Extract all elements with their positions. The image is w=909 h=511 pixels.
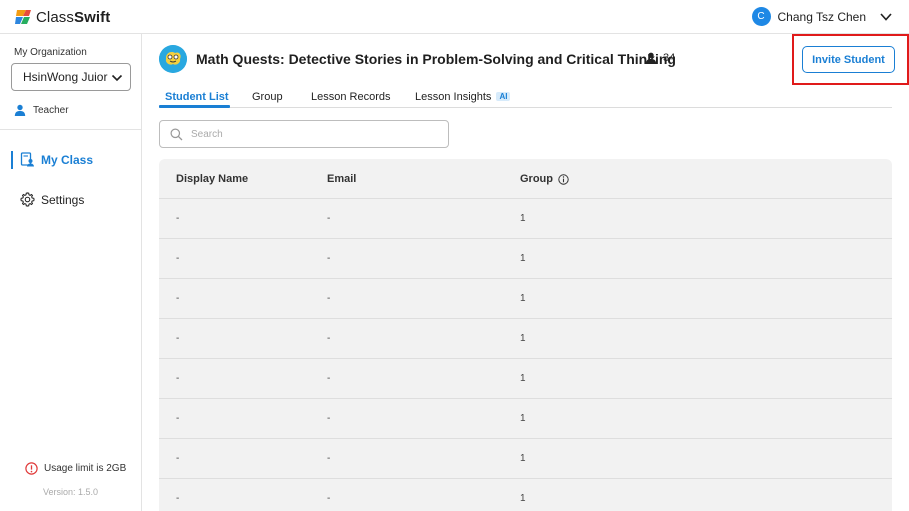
cell-email: -	[327, 253, 331, 264]
top-header: ClassSwift C Chang Tsz Chen	[0, 0, 909, 34]
role-indicator: Teacher	[14, 104, 69, 116]
classswift-logo-icon	[15, 10, 31, 24]
cell-email: -	[327, 213, 331, 224]
cell-display-name: -	[176, 373, 180, 384]
cell-email: -	[327, 493, 331, 504]
search-icon	[170, 128, 183, 140]
table-row[interactable]: - - 1	[159, 239, 892, 279]
active-indicator	[11, 151, 13, 169]
cell-display-name: -	[176, 293, 180, 304]
class-title: Math Quests: Detective Stories in Proble…	[196, 51, 676, 67]
cell-group: 1	[520, 213, 526, 224]
sidebar-item-label: My Class	[41, 153, 94, 167]
table-row[interactable]: - - 1	[159, 479, 892, 511]
organization-value: HsinWong Juior High School	[23, 70, 111, 84]
cell-email: -	[327, 293, 331, 304]
logo-text: ClassSwift	[36, 8, 111, 26]
table-row[interactable]: - - 1	[159, 199, 892, 239]
table-row[interactable]: - - 1	[159, 359, 892, 399]
column-header-display-name[interactable]: Display Name	[176, 173, 248, 185]
table-row[interactable]: - - 1	[159, 279, 892, 319]
ai-badge: AI	[496, 92, 511, 101]
chevron-down-icon	[111, 74, 123, 82]
cell-group: 1	[520, 373, 526, 384]
student-count-value: 34	[663, 52, 676, 64]
student-table: Display Name Email Group - - 1 - - 1 - - 1 - - 1 - - 1…	[159, 159, 892, 511]
tab-student-list[interactable]: Student List	[165, 91, 229, 103]
sidebar: My Organization HsinWong Juior High Scho…	[0, 34, 142, 511]
cell-group: 1	[520, 413, 526, 424]
cell-email: -	[327, 333, 331, 344]
cell-group: 1	[520, 253, 526, 264]
cell-group: 1	[520, 453, 526, 464]
cell-display-name: -	[176, 413, 180, 424]
organization-label: My Organization	[14, 47, 87, 58]
cell-email: -	[327, 373, 331, 384]
warning-icon	[25, 462, 38, 475]
version-text: Version: 1.5.0	[43, 487, 99, 497]
user-menu[interactable]: C Chang Tsz Chen	[751, 7, 894, 26]
cell-email: -	[327, 413, 331, 424]
cell-group: 1	[520, 293, 526, 304]
invite-student-button[interactable]: Invite Student	[802, 46, 895, 73]
cell-group: 1	[520, 493, 526, 504]
person-icon	[14, 104, 26, 116]
student-count: 34	[645, 52, 675, 64]
cell-display-name: -	[176, 453, 180, 464]
cell-display-name: -	[176, 493, 180, 504]
cell-display-name: -	[176, 333, 180, 344]
active-tab-indicator	[159, 105, 230, 108]
sidebar-divider	[0, 129, 141, 130]
tab-lesson-records[interactable]: Lesson Records	[311, 91, 391, 103]
user-name: Chang Tsz Chen	[777, 9, 867, 24]
table-row[interactable]: - - 1	[159, 399, 892, 439]
tab-group[interactable]: Group	[252, 91, 283, 103]
column-header-group[interactable]: Group	[520, 173, 569, 185]
person-icon	[645, 52, 657, 64]
cell-email: -	[327, 453, 331, 464]
table-header: Display Name Email Group	[159, 159, 892, 199]
cell-group: 1	[520, 333, 526, 344]
table-row[interactable]: - - 1	[159, 439, 892, 479]
table-row[interactable]: - - 1	[159, 319, 892, 359]
chevron-down-icon[interactable]	[879, 10, 893, 24]
usage-limit-text: Usage limit is 2GB	[44, 463, 127, 474]
search-input[interactable]	[191, 128, 431, 140]
organization-select[interactable]: HsinWong Juior High School	[11, 63, 131, 91]
cell-display-name: -	[176, 213, 180, 224]
class-avatar-icon	[159, 45, 187, 73]
class-roster-icon	[20, 152, 34, 167]
column-header-email[interactable]: Email	[327, 173, 356, 185]
role-label: Teacher	[33, 104, 69, 116]
classswift-logo[interactable]: ClassSwift	[14, 8, 110, 26]
usage-limit: Usage limit is 2GB	[25, 462, 126, 475]
search-box[interactable]	[159, 120, 449, 148]
sidebar-item-label: Settings	[41, 193, 85, 207]
info-icon[interactable]	[558, 173, 569, 185]
tab-lesson-insights[interactable]: Lesson Insights AI	[415, 91, 511, 103]
gear-icon	[20, 192, 35, 207]
tab-bar: Student List Group Lesson Records Lesson…	[159, 88, 892, 108]
tab-label: Lesson Insights	[415, 91, 492, 103]
cell-display-name: -	[176, 253, 180, 264]
avatar: C	[751, 7, 771, 26]
